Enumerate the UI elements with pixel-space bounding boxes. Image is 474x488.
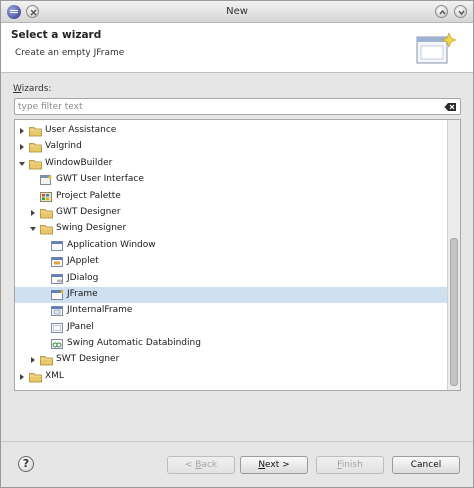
collapsed-arrow-icon[interactable] <box>18 127 26 135</box>
tree-item-label: Swing Designer <box>56 223 127 234</box>
wizard-tree[interactable]: User Assistance Valgrind WindowBuilder GWT … <box>14 119 461 391</box>
tree-item-label: GWT User Interface <box>56 174 144 185</box>
tree-item-label: SWT Designer <box>56 354 120 365</box>
wizards-label-text: izards: <box>21 84 52 94</box>
tree-item-label: WindowBuilder <box>45 157 113 168</box>
back-button-rest: ack <box>201 460 218 470</box>
next-button[interactable]: Next > <box>240 456 308 474</box>
back-button[interactable]: < Back <box>167 456 235 474</box>
maximize-window-button[interactable] <box>435 5 448 18</box>
collapsed-arrow-icon[interactable] <box>18 373 26 381</box>
wizard-banner-icon <box>416 32 457 64</box>
folder-icon <box>29 372 42 383</box>
tree-item-gwt-designer[interactable]: GWT Designer <box>15 205 447 221</box>
tree-item-japplet[interactable]: JApplet <box>15 254 447 270</box>
collapsed-arrow-icon[interactable] <box>29 209 37 217</box>
tree-item-project-palette[interactable]: Project Palette <box>15 189 447 205</box>
wizard-header: Select a wizard Create an empty JFrame <box>1 23 473 73</box>
next-button-rest: ext > <box>265 460 290 470</box>
expanded-arrow-icon[interactable] <box>29 225 37 233</box>
tree-item-jdialog[interactable]: JDialog <box>15 271 447 287</box>
filter-field[interactable] <box>14 98 461 115</box>
collapsed-arrow-icon[interactable] <box>18 143 26 151</box>
finish-button-rest: inish <box>341 460 363 470</box>
tree-item-label: JApplet <box>67 256 99 267</box>
window-title: New <box>226 6 248 17</box>
gwt-ui-icon <box>40 174 53 186</box>
help-button[interactable]: ? <box>18 456 34 472</box>
tree-item-label: GWT Designer <box>56 206 121 217</box>
tree-item-swt-designer[interactable]: SWT Designer <box>15 352 447 368</box>
footer-separator <box>1 441 473 442</box>
frame-icon <box>51 289 64 300</box>
tree-scrollbar[interactable] <box>447 120 460 390</box>
folder-icon <box>29 127 42 137</box>
wizards-label: Wizards: <box>13 84 52 94</box>
tree-item-label: Application Window <box>67 239 156 250</box>
tree-item-label: Valgrind <box>45 141 82 152</box>
filter-input[interactable] <box>18 100 438 113</box>
dialog-icon <box>51 273 63 284</box>
tree-item-user-assistance[interactable]: User Assistance <box>15 123 447 139</box>
maximize-icon <box>439 9 446 15</box>
header-description: Create an empty JFrame <box>15 48 125 58</box>
tree-item-swing-designer[interactable]: Swing Designer <box>15 221 447 237</box>
tree-item-application-window[interactable]: Application Window <box>15 238 447 254</box>
panel-icon <box>51 322 63 333</box>
collapsed-arrow-icon[interactable] <box>29 356 37 364</box>
expanded-arrow-icon[interactable] <box>18 160 26 168</box>
tree-item-jframe[interactable]: JFrame <box>15 286 447 304</box>
internal-frame-icon <box>51 306 63 317</box>
tree-item-windowbuilder[interactable]: WindowBuilder <box>15 156 447 172</box>
tree-item-label: JDialog <box>67 272 99 283</box>
applet-icon <box>51 257 63 268</box>
clear-filter-icon[interactable] <box>444 102 457 112</box>
finish-button[interactable]: Finish <box>316 456 384 474</box>
tree-item-gwt-user-interface[interactable]: GWT User Interface <box>15 172 447 188</box>
tree-scrollbar-thumb[interactable] <box>450 238 458 386</box>
folder-icon <box>40 356 53 366</box>
tree-item-label: Swing Automatic Databinding <box>67 338 201 349</box>
header-title: Select a wizard <box>11 29 102 41</box>
window-icon <box>51 240 63 251</box>
tree-item-valgrind[interactable]: Valgrind <box>15 139 447 155</box>
folder-icon <box>29 143 42 153</box>
folder-icon <box>40 209 53 219</box>
minimize-icon <box>458 10 465 16</box>
title-bar[interactable]: New <box>1 1 473 23</box>
cancel-button[interactable]: Cancel <box>392 456 460 474</box>
tree-item-swing-automatic-databinding[interactable]: Swing Automatic Databinding <box>15 336 447 352</box>
new-wizard-dialog: New Select a wizard Create an empty JFra… <box>0 0 474 488</box>
folder-icon <box>29 159 42 170</box>
databinding-icon <box>51 339 63 349</box>
tree-item-label: User Assistance <box>45 125 117 135</box>
minimize-window-button[interactable] <box>454 5 467 18</box>
tree-item-label: JFrame <box>67 288 98 299</box>
back-button-prefix: < <box>184 460 196 470</box>
palette-icon <box>40 191 52 202</box>
tree-item-xml[interactable]: XML <box>15 369 447 385</box>
wizard-tree-rows: User Assistance Valgrind WindowBuilder GWT … <box>15 123 447 385</box>
tree-item-label: XML <box>45 370 64 381</box>
tree-item-label: JPanel <box>67 321 94 332</box>
folder-icon <box>40 225 53 235</box>
tree-item-jpanel[interactable]: JPanel <box>15 320 447 336</box>
tree-item-jinternalframe[interactable]: JInternalFrame <box>15 303 447 319</box>
tree-item-label: Project Palette <box>56 190 121 201</box>
tree-item-label: JInternalFrame <box>67 305 133 316</box>
